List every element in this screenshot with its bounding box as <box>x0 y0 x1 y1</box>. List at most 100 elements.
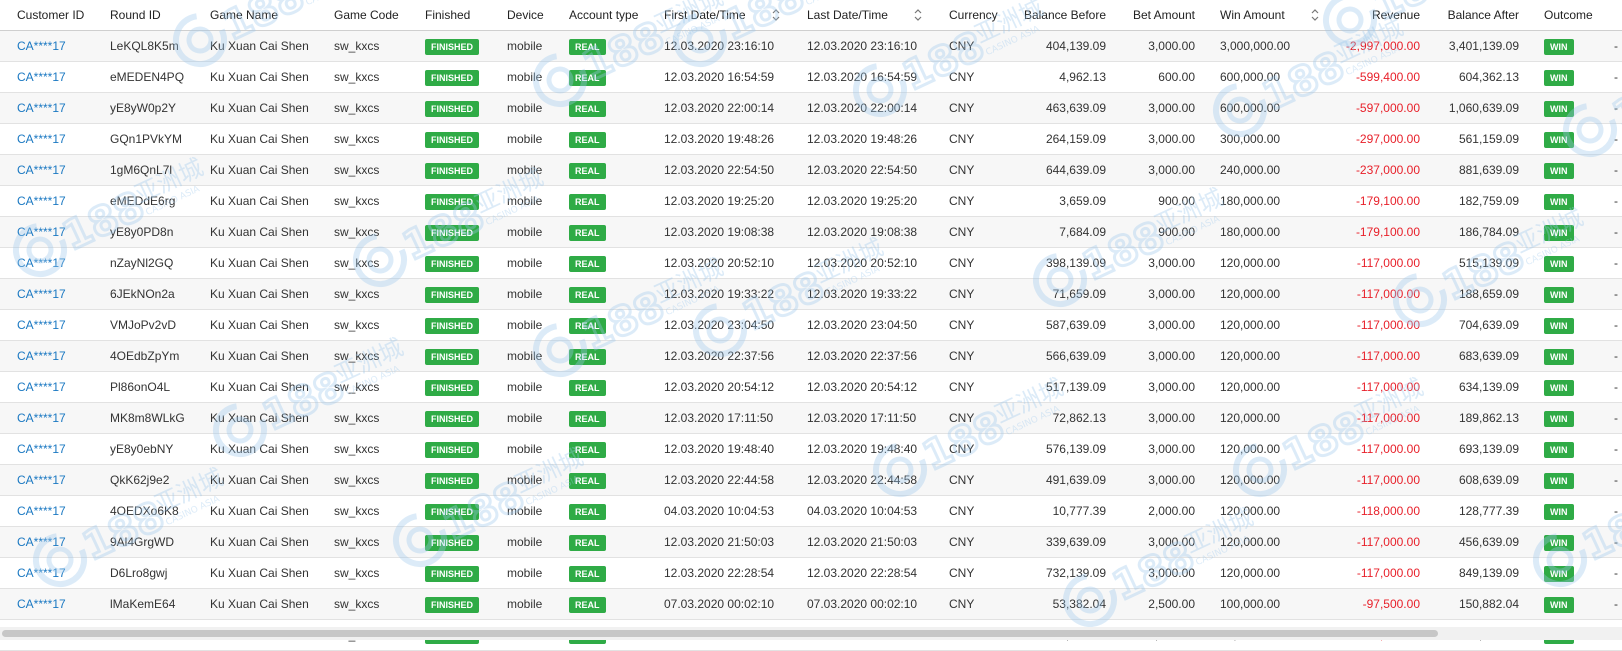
column-header-after: Balance After <box>1447 8 1519 22</box>
account-badge: REAL <box>569 224 606 241</box>
table-row[interactable]: CA****17 MK8m8WLkG Ku Xuan Cai Shen sw_kxcs… <box>0 403 1622 434</box>
customer-id-link[interactable]: CA****17 <box>17 527 66 557</box>
cell-revenue: -179,100.00 <box>1355 225 1420 239</box>
customer-id-link[interactable]: CA****17 <box>17 31 66 61</box>
table-row[interactable]: CA****17 9Al4GrgWD Ku Xuan Cai Shen sw_kxcs… <box>0 527 1622 558</box>
cell-revenue: -97,500.00 <box>1362 597 1420 611</box>
cell-finished: FINISHED <box>425 62 480 92</box>
customer-id-link[interactable]: CA****17 <box>17 434 66 464</box>
customer-id-link[interactable]: CA****17 <box>17 589 66 619</box>
customer-id-link[interactable]: CA****17 <box>17 186 66 216</box>
horizontal-scrollbar[interactable] <box>0 627 1622 640</box>
table-row[interactable]: CA****17 lMaKemE64 Ku Xuan Cai Shen sw_kxcs… <box>0 589 1622 620</box>
table-row[interactable]: CA****17 eMEDdE6rg Ku Xuan Cai Shen sw_kxcs… <box>0 186 1622 217</box>
cell-outcome: WIN <box>1544 217 1574 247</box>
cell-before: 339,639.09 <box>1045 535 1106 549</box>
cell-after: 849,139.09 <box>1458 566 1519 580</box>
cell-code: sw_kxcs <box>334 504 380 518</box>
cell-before: 264,159.09 <box>1045 132 1106 146</box>
cell-device: mobile <box>507 132 543 146</box>
cell-win: 120,000.00 <box>1220 442 1281 456</box>
sort-updown-icon[interactable] <box>772 8 780 22</box>
cell-win: 180,000.00 <box>1220 225 1281 239</box>
customer-id-link[interactable]: CA****17 <box>17 155 66 185</box>
cell-after: 1,060,639.09 <box>1448 101 1519 115</box>
customer-id-link[interactable]: CA****17 <box>17 341 66 371</box>
cell-game: Ku Xuan Cai Shen <box>210 380 309 394</box>
cell-bet: 3,000.00 <box>1148 287 1195 301</box>
finished-badge: FINISHED <box>425 379 480 396</box>
table-row[interactable]: CA****17 yE8y0ebNY Ku Xuan Cai Shen sw_kxcs… <box>0 434 1622 465</box>
cell-bet: 600.00 <box>1158 70 1195 84</box>
cell-revenue: -117,000.00 <box>1356 380 1420 394</box>
cell-win: 120,000.00 <box>1220 256 1281 270</box>
column-header-revenue: Revenue <box>1371 8 1420 22</box>
customer-id-link[interactable]: CA****17 <box>17 124 66 154</box>
sort-updown-icon[interactable] <box>914 8 922 22</box>
cell-currency: CNY <box>949 566 975 580</box>
customer-id-link[interactable]: CA****17 <box>17 279 66 309</box>
cell-code: sw_kxcs <box>334 442 380 456</box>
account-badge: REAL <box>569 69 606 86</box>
cell-before: 587,639.09 <box>1045 318 1106 332</box>
cell-device: mobile <box>507 225 543 239</box>
customer-id-link[interactable]: CA****17 <box>17 248 66 278</box>
customer-id-link[interactable]: CA****17 <box>17 62 66 92</box>
table-row[interactable]: CA****17 QkK62j9e2 Ku Xuan Cai Shen sw_kxcs… <box>0 465 1622 496</box>
cell-outcome: WIN <box>1544 310 1574 340</box>
cell-before: 732,139.09 <box>1045 566 1106 580</box>
column-header-first[interactable]: First Date/Time <box>664 0 746 30</box>
table-row[interactable]: CA****17 nZayNl2GQ Ku Xuan Cai Shen sw_kxcs… <box>0 248 1622 279</box>
row-trailing-dash: - <box>1614 442 1618 456</box>
cell-device: mobile <box>507 535 543 549</box>
outcome-badge: WIN <box>1544 255 1574 272</box>
customer-id-link[interactable]: CA****17 <box>17 310 66 340</box>
column-header-code: Game Code <box>334 8 399 22</box>
cell-outcome: WIN <box>1544 93 1574 123</box>
cell-win: 120,000.00 <box>1220 287 1281 301</box>
scrollbar-thumb[interactable] <box>2 630 1438 637</box>
table-row[interactable]: CA****17 VMJoPv2vD Ku Xuan Cai Shen sw_kxcs… <box>0 310 1622 341</box>
customer-id-link[interactable]: CA****17 <box>17 372 66 402</box>
cell-finished: FINISHED <box>425 341 480 371</box>
cell-after: 189,862.13 <box>1458 411 1519 425</box>
cell-win: 120,000.00 <box>1220 380 1281 394</box>
column-header-finished: Finished <box>425 8 471 22</box>
cell-first: 12.03.2020 19:48:26 <box>664 132 775 146</box>
cell-bet: 3,000.00 <box>1148 256 1195 270</box>
cell-win: 600,000.00 <box>1220 70 1281 84</box>
cell-device: mobile <box>507 163 543 177</box>
table-row[interactable]: CA****17 yE8yW0p2Y Ku Xuan Cai Shen sw_kxcs… <box>0 93 1622 124</box>
table-row[interactable]: CA****17 yE8y0PD8n Ku Xuan Cai Shen sw_kxcs… <box>0 217 1622 248</box>
row-trailing-dash: - <box>1614 318 1618 332</box>
customer-id-link[interactable]: CA****17 <box>17 403 66 433</box>
cell-round: yE8y0ebNY <box>110 442 174 456</box>
account-badge: REAL <box>569 317 606 334</box>
cell-bet: 900.00 <box>1158 194 1195 208</box>
customer-id-link[interactable]: CA****17 <box>17 93 66 123</box>
column-header-win[interactable]: Win Amount <box>1220 0 1285 30</box>
table-row[interactable]: CA****17 D6Lro8gwj Ku Xuan Cai Shen sw_kxcs… <box>0 558 1622 589</box>
table-row[interactable]: CA****17 6JEkNOn2a Ku Xuan Cai Shen sw_kxcs… <box>0 279 1622 310</box>
customer-id-link[interactable]: CA****17 <box>17 465 66 495</box>
cell-device: mobile <box>507 318 543 332</box>
row-trailing-dash: - <box>1614 256 1618 270</box>
column-header-last[interactable]: Last Date/Time <box>807 0 888 30</box>
customer-id-link[interactable]: CA****17 <box>17 496 66 526</box>
column-header-before: Balance Before <box>1023 8 1106 22</box>
cell-currency: CNY <box>949 504 975 518</box>
table-row[interactable]: CA****17 1gM6QnL7l Ku Xuan Cai Shen sw_kxcs… <box>0 155 1622 186</box>
cell-currency: CNY <box>949 442 975 456</box>
table-row[interactable]: CA****17 Pl86onO4L Ku Xuan Cai Shen sw_kxcs… <box>0 372 1622 403</box>
table-row[interactable]: CA****17 GQn1PVkYM Ku Xuan Cai Shen sw_kxcs… <box>0 124 1622 155</box>
cell-before: 463,639.09 <box>1045 101 1106 115</box>
table-row[interactable]: CA****17 4OEdbZpYm Ku Xuan Cai Shen sw_kxcs… <box>0 341 1622 372</box>
customer-id-link[interactable]: CA****17 <box>17 217 66 247</box>
customer-id-link[interactable]: CA****17 <box>17 558 66 588</box>
table-row[interactable]: CA****17 4OEDXo6K8 Ku Xuan Cai Shen sw_kxcs… <box>0 496 1622 527</box>
cell-account: REAL <box>569 341 606 371</box>
cell-game: Ku Xuan Cai Shen <box>210 70 309 84</box>
table-row[interactable]: CA****17 eMEDEN4PQ Ku Xuan Cai Shen sw_kxcs… <box>0 62 1622 93</box>
table-row[interactable]: CA****17 LeKQL8K5m Ku Xuan Cai Shen sw_kxcs… <box>0 31 1622 62</box>
outcome-badge: WIN <box>1544 596 1574 613</box>
